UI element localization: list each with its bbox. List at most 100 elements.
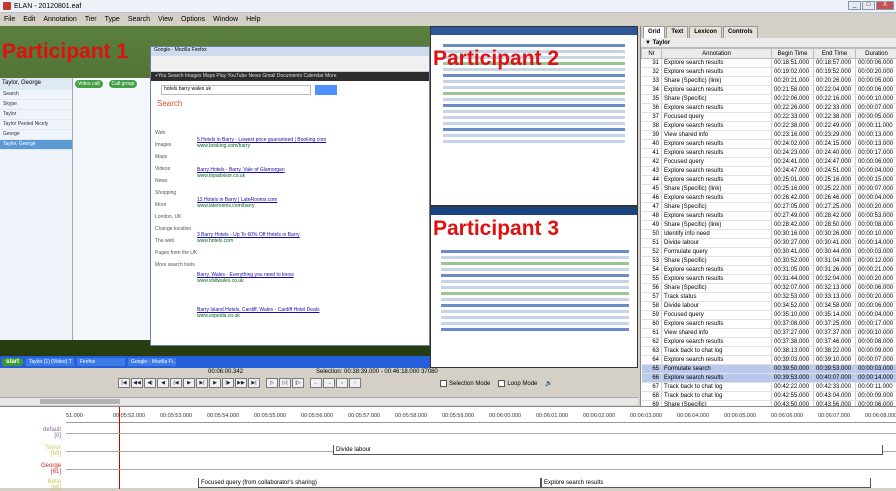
row-begin-time[interactable]: 00:37:27.000 — [772, 329, 814, 338]
go-to-begin-button[interactable]: |◀ — [118, 378, 130, 388]
search-result[interactable]: 5 Hotels in Barry - Lowest price guarant… — [197, 137, 357, 149]
left-nav-link[interactable]: News — [155, 175, 197, 187]
row-annotation[interactable]: Share (Specific) — [662, 203, 772, 212]
row-duration[interactable]: 00:00:07.000 — [856, 104, 896, 113]
start-button[interactable]: start — [2, 358, 23, 366]
row-end-time[interactable]: 00:22:16.000 — [814, 95, 856, 104]
annotation-explore-search[interactable]: Explore search results — [541, 478, 871, 488]
row-annotation[interactable]: Share (Specific) (link) — [662, 221, 772, 230]
row-nr[interactable]: 56 — [642, 284, 662, 293]
previous-pixel-button[interactable]: |◀ — [170, 378, 182, 388]
row-annotation[interactable]: Explore search results — [662, 122, 772, 131]
row-end-time[interactable]: 00:19:52.000 — [814, 68, 856, 77]
tier-label-taylor[interactable]: Taylor[69] — [0, 445, 64, 457]
row-annotation[interactable]: Explore search results — [662, 149, 772, 158]
row-duration[interactable]: 00:00:09.000 — [856, 347, 896, 356]
row-annotation[interactable]: Explore search results — [662, 68, 772, 77]
row-end-time[interactable]: 00:28:42.000 — [814, 212, 856, 221]
row-nr[interactable]: 35 — [642, 95, 662, 104]
menu-annotation[interactable]: Annotation — [43, 16, 76, 23]
search-result[interactable]: 13 Hotels in Barry | LateRooms.com www.l… — [197, 197, 357, 209]
row-annotation[interactable]: Explore search results — [662, 374, 772, 383]
row-begin-time[interactable]: 00:42:55.000 — [772, 392, 814, 401]
menu-file[interactable]: File — [4, 16, 15, 23]
row-duration[interactable]: 00:00:21.000 — [856, 266, 896, 275]
maximize-button[interactable]: □ — [862, 1, 875, 10]
row-end-time[interactable]: 00:30:44.000 — [814, 248, 856, 257]
row-duration[interactable]: 00:00:17.000 — [856, 320, 896, 329]
col-nr[interactable]: Nr — [642, 49, 662, 59]
row-annotation[interactable]: Explore search results — [662, 212, 772, 221]
row-duration[interactable]: 00:00:05.000 — [856, 77, 896, 86]
row-duration[interactable]: 00:00:17.000 — [856, 149, 896, 158]
table-row[interactable]: 47Share (Specific)00:27:05.00000:27:25.0… — [642, 203, 896, 212]
row-nr[interactable]: 33 — [642, 77, 662, 86]
table-row[interactable]: 40Explore search results00:24:02.00000:2… — [642, 140, 896, 149]
row-end-time[interactable]: 00:31:26.000 — [814, 266, 856, 275]
row-duration[interactable]: 00:00:03.000 — [856, 365, 896, 374]
row-nr[interactable]: 59 — [642, 311, 662, 320]
row-begin-time[interactable]: 00:37:08.000 — [772, 320, 814, 329]
menu-type[interactable]: Type — [105, 16, 120, 23]
table-row[interactable]: 43Explore search results00:24:47.00000:2… — [642, 167, 896, 176]
row-begin-time[interactable]: 00:27:05.000 — [772, 203, 814, 212]
row-annotation[interactable]: Share (Specific) (link) — [662, 77, 772, 86]
row-begin-time[interactable]: 00:25:16.000 — [772, 185, 814, 194]
row-nr[interactable]: 45 — [642, 185, 662, 194]
row-begin-time[interactable]: 00:26:42.000 — [772, 194, 814, 203]
row-nr[interactable]: 40 — [642, 140, 662, 149]
previous-scrollview-button[interactable]: ◀◀ — [131, 378, 143, 388]
row-nr[interactable]: 42 — [642, 158, 662, 167]
table-row[interactable]: 61View shared info00:37:27.00000:37:37.0… — [642, 329, 896, 338]
go-to-end-button[interactable]: ▶| — [248, 378, 260, 388]
row-duration[interactable]: 00:00:06.000 — [856, 59, 896, 68]
row-begin-time[interactable]: 00:30:16.000 — [772, 230, 814, 239]
row-annotation[interactable]: Divide labour — [662, 302, 772, 311]
menu-tier[interactable]: Tier — [85, 16, 97, 23]
row-nr[interactable]: 58 — [642, 302, 662, 311]
row-begin-time[interactable]: 00:27:49.000 — [772, 212, 814, 221]
play-button[interactable]: ▶ — [183, 378, 195, 388]
row-begin-time[interactable]: 00:38:13.000 — [772, 347, 814, 356]
row-end-time[interactable]: 00:30:41.000 — [814, 239, 856, 248]
row-annotation[interactable]: Explore search results — [662, 320, 772, 329]
row-end-time[interactable]: 00:24:40.000 — [814, 149, 856, 158]
row-duration[interactable]: 00:00:07.000 — [856, 356, 896, 365]
row-duration[interactable]: 00:00:09.000 — [856, 392, 896, 401]
left-nav-link[interactable]: Shopping — [155, 187, 197, 199]
table-row[interactable]: 68Track back to chat log00:42:55.00000:4… — [642, 392, 896, 401]
table-row[interactable]: 57Track status00:32:53.00000:33:13.00000… — [642, 293, 896, 302]
previous-annotation-button[interactable]: ← — [310, 378, 322, 388]
call-group-button[interactable]: Call group — [109, 80, 138, 88]
row-duration[interactable]: 00:00:04.000 — [856, 194, 896, 203]
row-annotation[interactable]: Explore search results — [662, 176, 772, 185]
row-nr[interactable]: 48 — [642, 212, 662, 221]
tier-selector[interactable]: ▼ Taylor — [641, 38, 896, 48]
row-annotation[interactable]: Explore search results — [662, 104, 772, 113]
row-begin-time[interactable]: 00:39:53.000 — [772, 374, 814, 383]
row-nr[interactable]: 44 — [642, 176, 662, 185]
row-nr[interactable]: 38 — [642, 122, 662, 131]
loop-mode-toggle[interactable]: Loop Mode — [498, 380, 537, 387]
table-row[interactable]: 58Divide labour00:34:52.00000:34:58.0000… — [642, 302, 896, 311]
row-end-time[interactable]: 00:37:46.000 — [814, 338, 856, 347]
annotation-divide-labour[interactable]: Divide labour — [333, 445, 883, 455]
left-nav-link[interactable]: More search tools — [155, 259, 197, 271]
row-duration[interactable]: 00:00:10.000 — [856, 95, 896, 104]
row-end-time[interactable]: 00:22:33.000 — [814, 104, 856, 113]
previous-frame-button[interactable]: ◀ — [157, 378, 169, 388]
row-duration[interactable]: 00:00:05.000 — [856, 113, 896, 122]
row-duration[interactable]: 00:00:14.000 — [856, 239, 896, 248]
row-begin-time[interactable]: 00:35:10.000 — [772, 311, 814, 320]
row-end-time[interactable]: 00:34:58.000 — [814, 302, 856, 311]
row-end-time[interactable]: 00:24:47.000 — [814, 158, 856, 167]
row-begin-time[interactable]: 00:42:22.000 — [772, 383, 814, 392]
row-annotation[interactable]: Explore search results — [662, 338, 772, 347]
menu-help[interactable]: Help — [246, 16, 260, 23]
menu-window[interactable]: Window — [213, 16, 238, 23]
table-row[interactable]: 44Explore search results00:25:01.00000:2… — [642, 176, 896, 185]
row-end-time[interactable]: 00:20:26.000 — [814, 77, 856, 86]
row-annotation[interactable]: Track back to chat log — [662, 392, 772, 401]
row-end-time[interactable]: 00:22:04.000 — [814, 86, 856, 95]
row-end-time[interactable]: 00:18:57.000 — [814, 59, 856, 68]
